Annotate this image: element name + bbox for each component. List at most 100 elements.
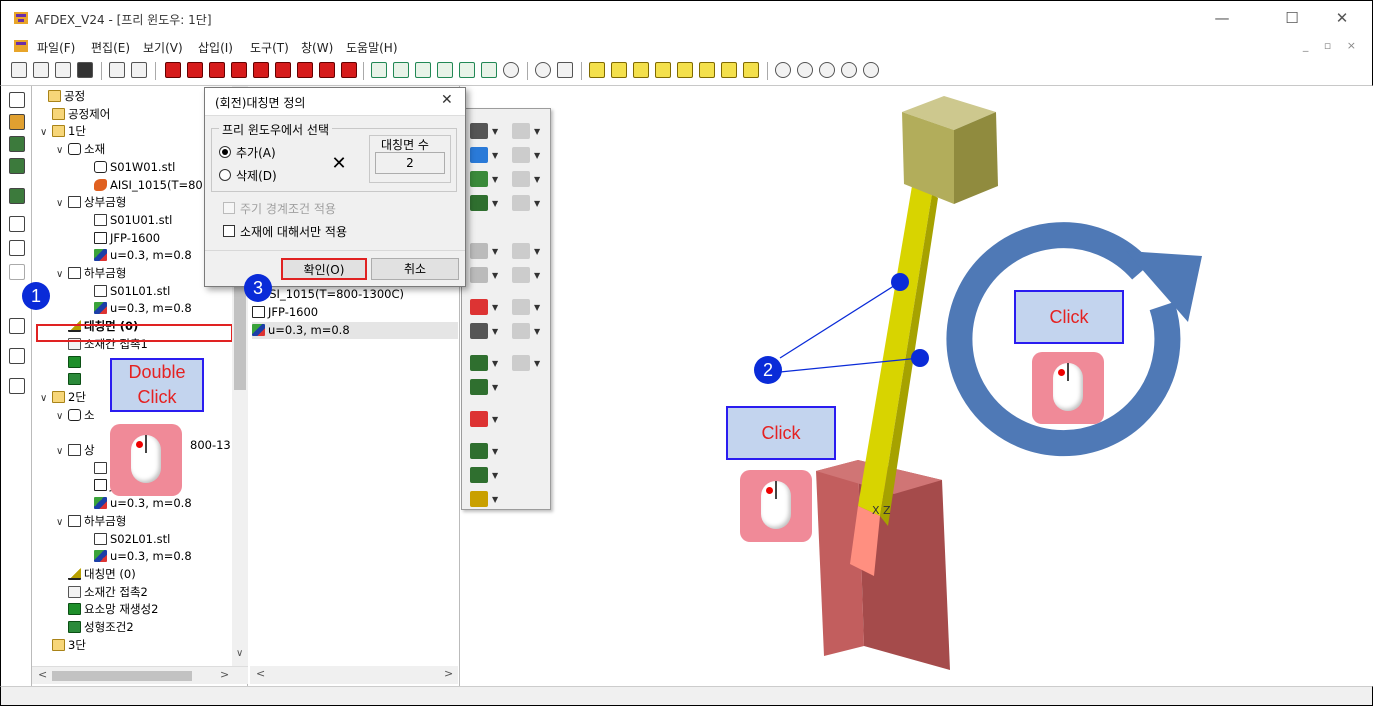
die-tool-5-icon[interactable] [253, 62, 269, 78]
panel2-row-friction[interactable]: u=0.3, m=0.8 [252, 322, 458, 339]
tree-item[interactable]: u=0.3, m=0.8 [82, 548, 192, 565]
menu-insert[interactable]: 삽입(I) [198, 39, 233, 56]
panel2-horizontal-scrollbar[interactable]: < > [250, 666, 458, 684]
panel2-row-press[interactable]: JFP-1600 [252, 304, 318, 321]
scroll-left-icon[interactable]: < [256, 667, 265, 680]
radio-delete-circle[interactable] [219, 169, 231, 181]
view-2-icon[interactable] [611, 62, 627, 78]
palette-tool-3-icon[interactable] [470, 147, 488, 163]
tree-item[interactable]: 대칭면 (0) [56, 566, 136, 583]
palette-tool-20-icon[interactable] [470, 411, 488, 427]
view-5-icon[interactable] [677, 62, 693, 78]
tree-item[interactable]: u=0.3, m=0.8 [82, 300, 192, 317]
tree-item[interactable]: 요소망 재생성2 [56, 601, 158, 618]
expand-chevron-icon[interactable]: ∨ [40, 390, 52, 407]
grid-icon[interactable] [557, 62, 573, 78]
material-only-checkbox-box[interactable] [223, 225, 235, 237]
analysis-6-icon[interactable] [481, 62, 497, 78]
upper-die-3d[interactable] [902, 96, 998, 204]
palette-tool-15-icon[interactable] [470, 323, 488, 339]
tree-scroll-down-icon[interactable]: ∨ [236, 648, 243, 659]
list-icon[interactable] [9, 216, 25, 232]
menu-tools[interactable]: 도구(T) [250, 39, 289, 56]
tree-item[interactable]: 소재간 접촉2 [56, 584, 148, 601]
view-3-icon[interactable] [633, 62, 649, 78]
view-6-icon[interactable] [699, 62, 715, 78]
wrench-icon[interactable] [503, 62, 519, 78]
tree-item[interactable]: ∨ 소 [56, 407, 95, 424]
tree-item[interactable]: 3단 [40, 637, 86, 654]
3d-viewport[interactable]: X Z [462, 86, 1372, 686]
tree-item[interactable]: 공정 [36, 88, 85, 105]
analysis-1-icon[interactable] [371, 62, 387, 78]
zoom-fit-icon[interactable] [775, 62, 791, 78]
view-8-icon[interactable] [743, 62, 759, 78]
step-list-icon[interactable] [9, 318, 25, 334]
palette-tool-21-icon[interactable] [470, 443, 488, 459]
export-icon[interactable] [131, 62, 147, 78]
die-tool-3-icon[interactable] [209, 62, 225, 78]
expand-chevron-icon[interactable]: ∨ [56, 443, 68, 460]
tree-item[interactable]: 공정제어 [40, 106, 110, 123]
display-icon[interactable] [9, 188, 25, 204]
menu-view[interactable]: 보기(V) [143, 39, 183, 56]
scroll-right-icon[interactable]: > [220, 668, 229, 681]
palette-tool-19-icon[interactable] [470, 379, 488, 395]
checklist-icon[interactable] [9, 378, 25, 394]
palette-tool-13-icon[interactable] [470, 299, 488, 315]
camera-icon[interactable] [535, 62, 551, 78]
tree-item[interactable] [82, 460, 110, 477]
open-folder-icon[interactable] [55, 62, 71, 78]
view-7-icon[interactable] [721, 62, 737, 78]
expand-chevron-icon[interactable]: ∨ [56, 266, 68, 283]
pin-icon[interactable] [9, 348, 25, 364]
die-tool-8-icon[interactable] [319, 62, 335, 78]
analysis-5-icon[interactable] [459, 62, 475, 78]
tree-item[interactable]: ∨ 상부금형 [56, 194, 126, 211]
minimize-button[interactable]: — [1199, 5, 1245, 31]
tree-item[interactable]: ∨ 2단 [40, 389, 86, 406]
tree-item[interactable]: ∨ 1단 [40, 123, 86, 140]
scroll-right-icon[interactable]: > [444, 667, 453, 680]
close-button[interactable]: ✕ [1319, 5, 1365, 31]
monitor-icon[interactable] [9, 136, 25, 152]
import-icon[interactable] [109, 62, 125, 78]
menu-window[interactable]: 창(W) [301, 39, 333, 56]
expand-chevron-icon[interactable]: ∨ [40, 124, 52, 141]
tree-item[interactable]: JFP-1600 [82, 230, 160, 247]
palette-tool-22-icon[interactable] [470, 467, 488, 483]
open-file-icon[interactable] [33, 62, 49, 78]
palette-tool-17-icon[interactable] [470, 355, 488, 371]
zoom-window-icon[interactable] [819, 62, 835, 78]
die-tool-1-icon[interactable] [165, 62, 181, 78]
tree-hscroll-thumb[interactable] [52, 671, 192, 681]
hierarchy-icon[interactable] [9, 240, 25, 256]
pan-hand-icon[interactable] [841, 62, 857, 78]
expand-chevron-icon[interactable]: ∨ [56, 195, 68, 212]
mdi-window-controls[interactable]: _ ▫ × [1303, 39, 1362, 52]
tree-item[interactable]: ∨ 상 [56, 442, 95, 459]
tree-item[interactable]: 성형조건2 [56, 619, 134, 636]
die-tool-7-icon[interactable] [297, 62, 313, 78]
save-icon[interactable] [77, 62, 93, 78]
palette-tool-23-icon[interactable] [470, 491, 488, 507]
maximize-button[interactable]: ☐ [1269, 5, 1315, 31]
process-icon[interactable] [9, 114, 25, 130]
analysis-2-icon[interactable] [393, 62, 409, 78]
view-4-icon[interactable] [655, 62, 671, 78]
tree-item[interactable]: ∨ 하부금형 [56, 265, 126, 282]
die-tool-9-icon[interactable] [341, 62, 357, 78]
tree-item[interactable]: u=0.3, m=0.8 [82, 495, 192, 512]
menu-help[interactable]: 도움말(H) [346, 39, 398, 56]
ok-button[interactable]: 확인(O) [281, 258, 367, 280]
clear-selection-icon[interactable]: ✕ [329, 154, 349, 174]
tree-item[interactable]: S02L01.stl [82, 531, 170, 548]
tree-view-icon[interactable] [9, 92, 25, 108]
zoom-in-icon[interactable] [797, 62, 813, 78]
tree-horizontal-scrollbar[interactable]: < > [32, 666, 248, 684]
palette-tool-5-icon[interactable] [470, 171, 488, 187]
tree-item[interactable] [56, 354, 84, 371]
tree-item[interactable] [56, 371, 84, 388]
new-file-icon[interactable] [11, 62, 27, 78]
menu-edit[interactable]: 편집(E) [91, 39, 130, 56]
